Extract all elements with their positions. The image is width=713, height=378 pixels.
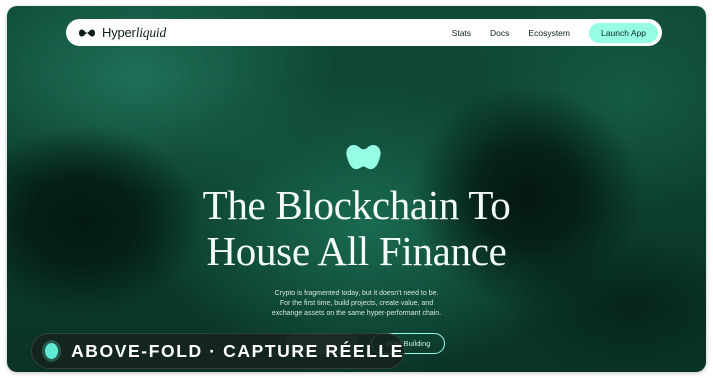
brand-italic: liquid: [135, 24, 167, 40]
hero-headline-line-2: House All Finance: [206, 228, 507, 274]
hero-subtext-line-2: For the first time, build projects, crea…: [279, 300, 434, 307]
logo[interactable]: Hyperliquid: [78, 25, 166, 41]
nav-link-docs[interactable]: Docs: [490, 28, 509, 38]
hyperliquid-logo-icon: [79, 28, 95, 37]
status-dot-icon: [45, 343, 59, 359]
brand-name: Hyperliquid: [102, 25, 166, 41]
hero-headline-line-1: The Blockchain To: [202, 182, 511, 228]
browser-viewport: Hyperliquid Stats Docs Ecosystem Launch …: [7, 6, 706, 372]
brand-plain: Hyper: [102, 24, 136, 40]
nav-link-ecosystem[interactable]: Ecosystem: [528, 28, 570, 38]
nav-links: Stats Docs Ecosystem: [452, 28, 570, 38]
liquid-blob-icon: [346, 145, 381, 170]
nav-link-stats[interactable]: Stats: [452, 28, 471, 38]
launch-app-button[interactable]: Launch App: [589, 22, 658, 43]
overlay-label: ABOVE-FOLD · CAPTURE RÉELLE: [71, 340, 404, 361]
capture-overlay-badge: ABOVE-FOLD · CAPTURE RÉELLE: [31, 333, 405, 369]
hero-subtext-line-3: exchange assets on the same hyper-perfor…: [271, 310, 442, 317]
top-navbar: Hyperliquid Stats Docs Ecosystem Launch …: [66, 19, 662, 46]
hero-subtext-line-1: Crypto is fragmented today, but it doesn…: [274, 290, 439, 297]
